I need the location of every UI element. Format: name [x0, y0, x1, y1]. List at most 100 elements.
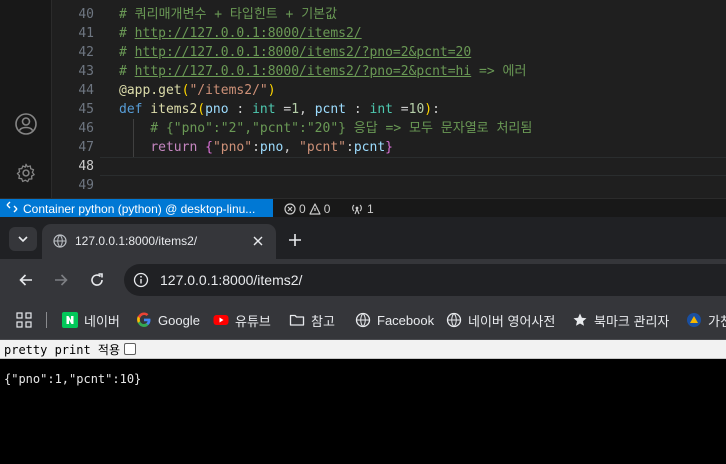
globe-icon: [355, 312, 371, 328]
bookmark-folder[interactable]: 참고: [289, 310, 335, 330]
code-line-43: # http://127.0.0.1:8000/items2/?pno=2&pc…: [119, 62, 526, 81]
account-icon[interactable]: [13, 111, 39, 137]
tab-title: 127.0.0.1:8000/items2/: [75, 234, 198, 248]
bookmark-label: Google: [158, 312, 200, 328]
punct: :: [432, 102, 440, 117]
site-info-icon[interactable]: [133, 272, 149, 288]
number: 1: [291, 102, 300, 117]
pretty-print-label: pretty print 적용: [4, 342, 121, 357]
reload-button[interactable]: [84, 267, 110, 293]
broadcast-icon: [352, 204, 362, 214]
number: 10: [408, 102, 425, 117]
bookmarks-bar: 네이버 Google 유튜브 참고 Facebook 네이버 영어사전 북마크 …: [0, 300, 726, 340]
comment-link[interactable]: http://127.0.0.1:8000/items2/?pno=2&pcnt…: [135, 64, 472, 79]
tab-strip: 127.0.0.1:8000/items2/: [0, 217, 726, 259]
comment: # 쿼리매개변수 + 타입힌트 + 기본값: [119, 7, 338, 22]
browser-toolbar: 127.0.0.1:8000/items2/: [0, 259, 726, 300]
bookmark-label: 북마크 관리자: [594, 313, 670, 329]
bookmark-label: 네이버: [84, 313, 120, 329]
code-line-44: @app.get("/items2/"): [119, 81, 276, 100]
punct: =: [275, 102, 292, 117]
tab-search-button[interactable]: [9, 227, 37, 251]
error-icon: [284, 202, 296, 215]
line-number: 44: [78, 83, 94, 98]
bookmark-label: Facebook: [377, 312, 435, 328]
param: pcnt: [314, 102, 347, 117]
bookmark-google[interactable]: Google: [136, 310, 200, 330]
punct: =: [392, 102, 409, 117]
comment-prefix: #: [119, 64, 135, 79]
punct: :: [252, 140, 260, 155]
keyword-def: def: [119, 102, 143, 117]
forward-button[interactable]: [48, 267, 74, 293]
line-number-gutter: 40 41 42 43 44 45 46 47 48 49: [52, 0, 100, 198]
error-count: 0: [299, 201, 306, 216]
code-line-40: # 쿼리매개변수 + 타입힌트 + 기본값: [119, 5, 337, 24]
comment-link[interactable]: http://127.0.0.1:8000/items2/?pno=2&pcnt…: [135, 45, 472, 60]
plus-icon: [289, 234, 301, 246]
ports-button[interactable]: 1: [350, 199, 374, 218]
address-bar[interactable]: 127.0.0.1:8000/items2/: [124, 264, 726, 296]
bookmark-youtube[interactable]: 유튜브: [213, 310, 271, 330]
back-button[interactable]: [13, 267, 39, 293]
function-name: items2: [142, 102, 198, 117]
variable: pcnt: [353, 140, 386, 155]
line-number: 46: [78, 121, 94, 136]
browser-tab[interactable]: 127.0.0.1:8000/items2/: [42, 224, 276, 259]
comment: # {"pno":"2","pcnt":"20"} 응답 => 모두 문자열로 …: [119, 121, 533, 136]
problems-button[interactable]: 0 0: [284, 199, 330, 218]
page-content: pretty print 적용 {"pno":1,"pcnt":10}: [0, 340, 726, 464]
line-number-active: 48: [78, 159, 94, 174]
chevron-down-icon: [18, 236, 28, 243]
folder-icon: [289, 312, 305, 328]
comment-prefix: #: [119, 26, 135, 41]
google-icon: [136, 312, 152, 328]
line-number: 45: [78, 102, 94, 117]
globe-icon: [53, 234, 67, 253]
param: pno: [205, 102, 229, 117]
bookmark-gachon[interactable]: 가천: [686, 310, 726, 330]
code-line-46: # {"pno":"2","pcnt":"20"} 응답 => 모두 문자열로 …: [119, 119, 532, 138]
globe-icon: [446, 312, 462, 328]
bookmark-naver[interactable]: 네이버: [62, 310, 120, 330]
status-bar: Container python (python) @ desktop-linu…: [0, 198, 726, 218]
decorator: @app.get: [119, 83, 182, 98]
arrow-right-icon: [55, 274, 68, 286]
bookmark-manager[interactable]: 북마크 관리자: [572, 310, 669, 330]
youtube-icon: [213, 312, 229, 328]
remote-label: Container python (python) @ desktop-linu…: [23, 201, 256, 216]
keyword-return: return: [150, 140, 198, 155]
code-line-41: # http://127.0.0.1:8000/items2/: [119, 24, 362, 43]
type: int: [252, 102, 276, 117]
code-area[interactable]: # 쿼리매개변수 + 타입힌트 + 기본값 # http://127.0.0.1…: [119, 0, 726, 198]
line-number: 47: [78, 140, 94, 155]
comment-link[interactable]: http://127.0.0.1:8000/items2/: [135, 26, 362, 41]
reload-icon: [91, 273, 103, 286]
tab-close-button[interactable]: [249, 232, 267, 250]
arrow-left-icon: [19, 274, 32, 286]
gear-icon[interactable]: [13, 160, 39, 186]
close-icon: [253, 236, 263, 246]
bookmark-label: 가천: [708, 313, 726, 329]
comment-suffix: => 에러: [471, 64, 527, 79]
pretty-print-bar: pretty print 적용: [0, 340, 726, 359]
warning-count: 0: [323, 201, 331, 216]
brace: }: [385, 140, 393, 155]
apps-button[interactable]: [16, 310, 32, 330]
new-tab-button[interactable]: [284, 229, 306, 251]
type: int: [369, 102, 393, 117]
json-response-text: {"pno":1,"pcnt":10}: [4, 372, 142, 386]
line-number: 40: [78, 7, 94, 22]
ports-count: 1: [367, 201, 374, 216]
pretty-print-checkbox[interactable]: [124, 343, 137, 355]
vscode-editor-window: 40 41 42 43 44 45 46 47 48 49 # 쿼리매개변수 +…: [0, 0, 726, 198]
remote-indicator-button[interactable]: Container python (python) @ desktop-linu…: [0, 199, 273, 218]
bookmark-naver-dict[interactable]: 네이버 영어사전: [446, 310, 555, 330]
line-number: 43: [78, 64, 94, 79]
bookmark-label: 네이버 영어사전: [468, 313, 556, 329]
string: "pno": [212, 140, 253, 155]
line-number: 41: [78, 26, 94, 41]
url-text: 127.0.0.1:8000/items2/: [160, 272, 303, 288]
bookmark-facebook[interactable]: Facebook: [355, 310, 434, 330]
